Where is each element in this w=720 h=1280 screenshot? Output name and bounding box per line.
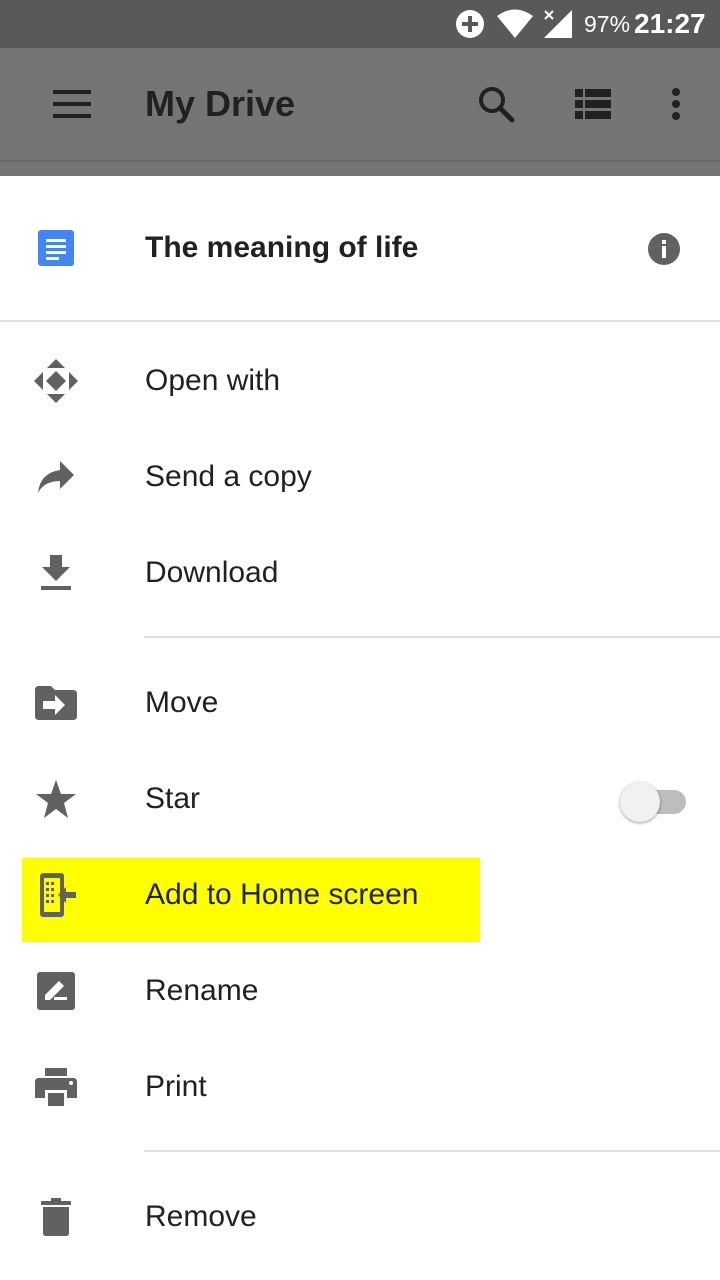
trash-icon [32, 1193, 80, 1241]
menu-item-remove[interactable]: Remove [0, 1169, 720, 1265]
app-bar-title: My Drive [145, 83, 296, 124]
download-icon [32, 549, 80, 597]
menu-icon[interactable] [40, 76, 104, 132]
menu-item-print[interactable]: Print [0, 1039, 720, 1135]
search-icon[interactable] [466, 76, 526, 132]
open-with-icon [32, 357, 80, 405]
data-saver-icon [454, 0, 486, 48]
menu-item-open-with[interactable]: Open with [0, 333, 720, 429]
menu-item-label: Add to Home screen [145, 878, 419, 911]
menu-item-label: Send a copy [145, 460, 312, 493]
print-icon [32, 1063, 80, 1111]
screen: 97% 21:27 My Drive The meaning of life O… [0, 0, 720, 1280]
star-icon [32, 775, 80, 823]
file-title: The meaning of life [145, 231, 419, 264]
info-icon[interactable] [647, 232, 681, 266]
toggle-thumb [620, 782, 660, 822]
menu-item-label: Star [145, 782, 201, 815]
status-bar: 97% 21:27 [0, 0, 720, 48]
google-docs-icon [38, 230, 74, 266]
menu-item-send-a-copy[interactable]: Send a copy [0, 429, 720, 525]
menu-item-label: Rename [145, 974, 259, 1007]
action-sheet: The meaning of life Open with Send a cop… [0, 176, 720, 1280]
menu-item-label: Move [145, 686, 219, 719]
menu-item-rename[interactable]: Rename [0, 943, 720, 1039]
list-view-icon[interactable] [562, 76, 624, 132]
app-bar-divider [0, 160, 720, 162]
menu-item-label: Download [145, 556, 279, 589]
battery-level: 97% [584, 10, 631, 37]
share-arrow-icon [32, 453, 80, 501]
star-toggle[interactable] [620, 780, 688, 822]
clock: 21:27 [634, 8, 706, 39]
section-divider [144, 636, 720, 638]
move-folder-icon [32, 679, 80, 727]
menu-item-label: Print [145, 1070, 207, 1103]
sheet-header: The meaning of life [0, 176, 720, 321]
more-vert-icon[interactable] [652, 76, 700, 132]
menu-item-move[interactable]: Move [0, 655, 720, 751]
header-divider [0, 320, 720, 322]
signal-icon [542, 0, 576, 48]
add-to-home-icon [32, 871, 80, 919]
menu-item-download[interactable]: Download [0, 525, 720, 621]
menu-item-label: Remove [145, 1200, 257, 1233]
menu-item-add-to-home-screen[interactable]: Add to Home screen [0, 847, 720, 943]
menu-item-star[interactable]: Star [0, 751, 720, 847]
menu-item-label: Open with [145, 364, 281, 397]
wifi-icon [496, 0, 534, 48]
app-bar: My Drive [0, 48, 720, 176]
rename-icon [32, 967, 80, 1015]
section-divider [144, 1150, 720, 1152]
